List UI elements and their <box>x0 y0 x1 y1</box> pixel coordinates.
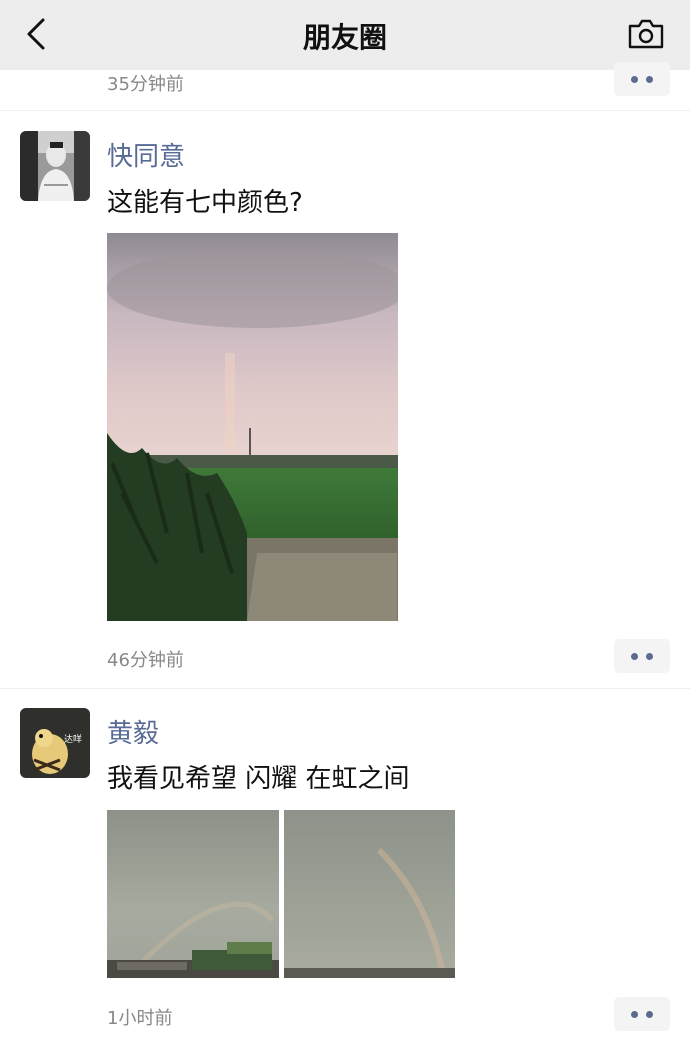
post-author-name[interactable]: 黄毅 <box>107 713 159 750</box>
nav-bar: 朋友圈 <box>0 0 690 70</box>
avatar-tag: 达咩 <box>64 735 83 745</box>
post-image[interactable] <box>284 810 455 978</box>
post-divider <box>0 688 690 689</box>
camera-icon <box>628 19 664 49</box>
post-author-name[interactable]: 快同意 <box>107 136 185 173</box>
camera-button[interactable] <box>624 12 668 56</box>
more-actions-button[interactable] <box>614 62 670 96</box>
post-image[interactable] <box>107 810 279 978</box>
avatar[interactable] <box>20 131 90 201</box>
post-time: 1小时前 <box>107 1008 173 1029</box>
dot-icon <box>646 1010 653 1018</box>
dot-icon <box>631 652 638 660</box>
dot-icon <box>646 652 653 660</box>
avatar[interactable]: 达咩 <box>20 708 90 778</box>
post-text: 我看见希望 闪耀 在虹之间 <box>107 764 410 794</box>
dot-icon <box>646 75 653 83</box>
dot-icon <box>631 1010 638 1018</box>
dot-icon <box>631 75 638 83</box>
post-time: 46分钟前 <box>107 650 184 671</box>
post-text: 这能有七中颜色? <box>107 188 303 218</box>
post-time: 35分钟前 <box>107 74 184 95</box>
more-actions-button[interactable] <box>614 639 670 673</box>
page-title: 朋友圈 <box>302 21 387 54</box>
previous-post-footer: 35分钟前 <box>0 62 690 111</box>
post-image[interactable] <box>107 233 398 621</box>
user-photo-avatar-icon <box>20 131 90 201</box>
more-actions-button[interactable] <box>614 997 670 1031</box>
